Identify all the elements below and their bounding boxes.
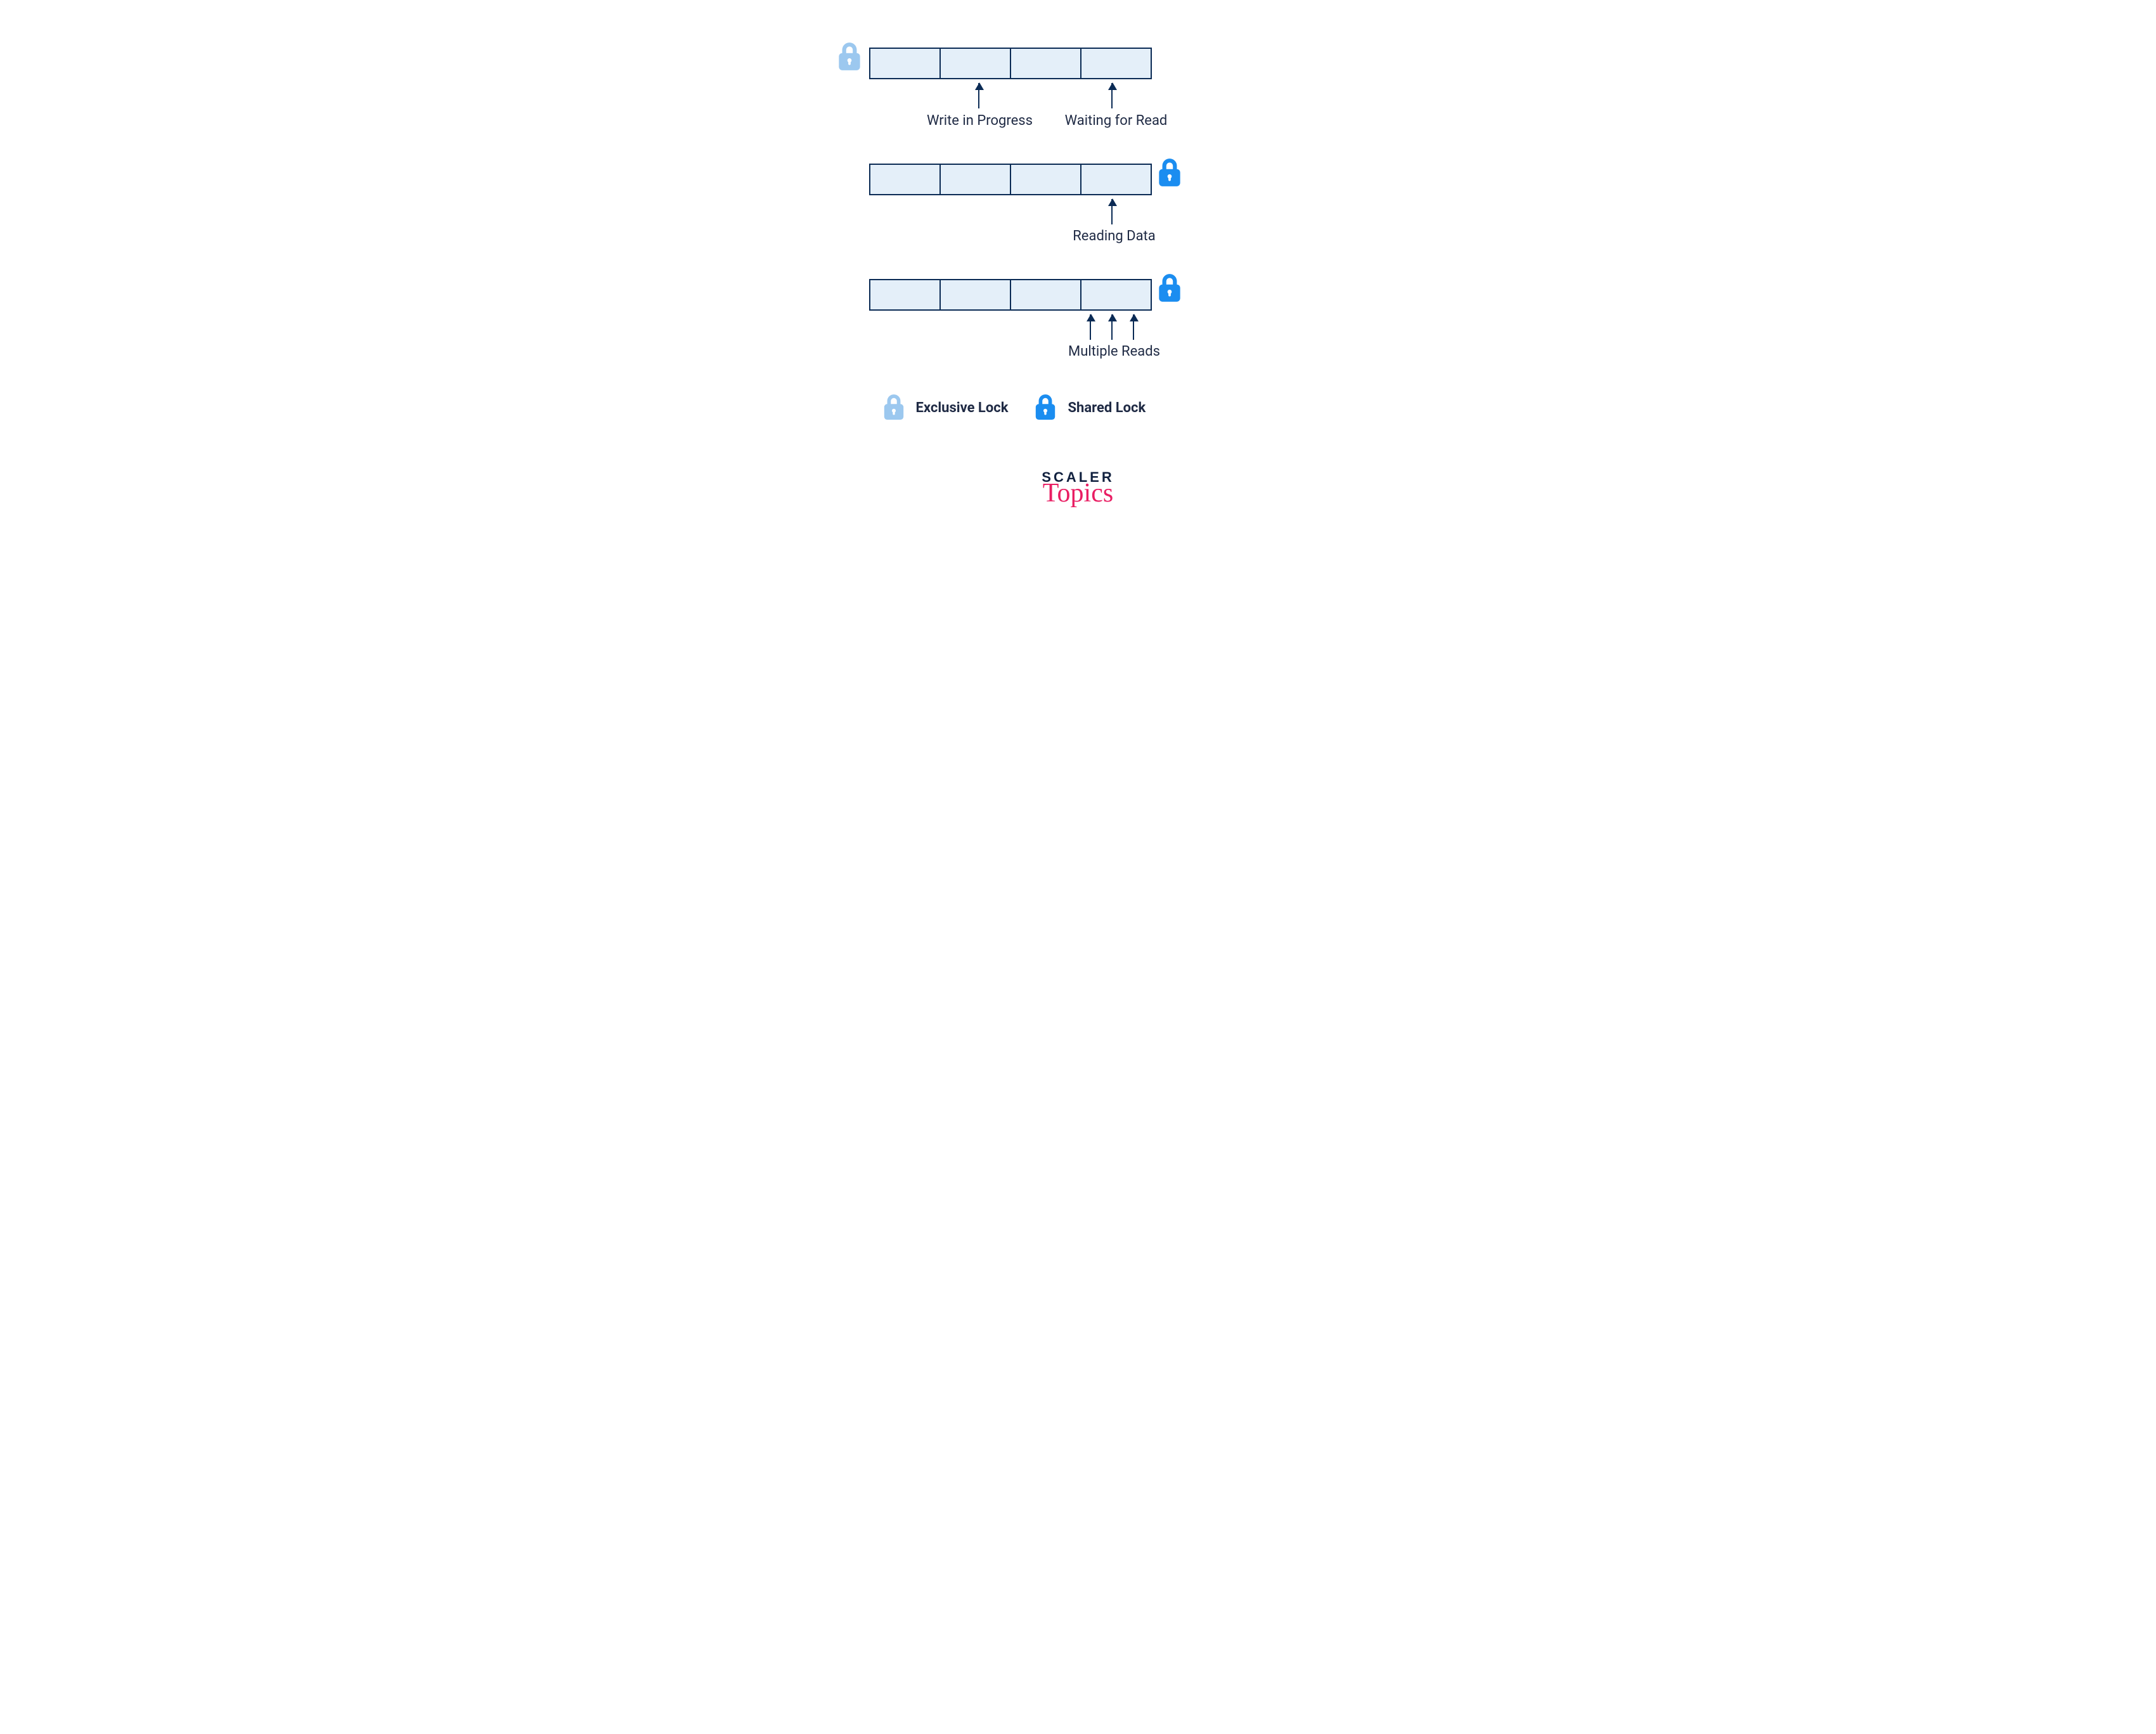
data-cell	[1011, 49, 1081, 78]
diagram-canvas: Write in Progress Waiting for Read Readi…	[692, 0, 1465, 621]
data-cell	[1081, 165, 1151, 194]
row3-label-multiple: Multiple Reads	[1061, 344, 1168, 359]
arrow-icon	[978, 83, 979, 108]
data-cell	[941, 165, 1011, 194]
row2-label-reading: Reading Data	[1067, 228, 1162, 244]
data-cell	[1011, 280, 1081, 309]
arrow-icon	[1090, 314, 1091, 340]
lock-icon	[836, 41, 863, 73]
data-row-bar	[869, 279, 1152, 311]
lock-icon	[1033, 393, 1057, 422]
row1-label-wait: Waiting for Read	[1059, 113, 1173, 129]
legend: Exclusive Lock Shared Lock	[882, 393, 1146, 422]
lock-icon	[882, 393, 906, 422]
arrow-icon	[1111, 314, 1113, 340]
data-cell	[941, 49, 1011, 78]
data-cell	[870, 280, 941, 309]
legend-item-exclusive: Exclusive Lock	[882, 393, 1009, 422]
lock-icon	[1156, 273, 1183, 304]
legend-shared-label: Shared Lock	[1068, 400, 1146, 416]
data-cell	[941, 280, 1011, 309]
arrow-icon	[1111, 83, 1113, 108]
data-cell	[1081, 49, 1151, 78]
data-row-bar	[869, 48, 1152, 79]
arrow-icon	[1133, 314, 1134, 340]
data-cell	[1011, 165, 1081, 194]
legend-exclusive-label: Exclusive Lock	[916, 400, 1009, 416]
brand-bottom-text: Topics	[1009, 483, 1148, 505]
lock-icon	[1156, 157, 1183, 189]
data-row-bar	[869, 164, 1152, 195]
arrow-icon	[1111, 199, 1113, 224]
data-cell	[1081, 280, 1151, 309]
brand-logo: SCALER Topics	[1009, 469, 1148, 505]
data-cell	[870, 165, 941, 194]
legend-item-shared: Shared Lock	[1033, 393, 1146, 422]
row1-label-write: Write in Progress	[926, 113, 1034, 129]
data-cell	[870, 49, 941, 78]
